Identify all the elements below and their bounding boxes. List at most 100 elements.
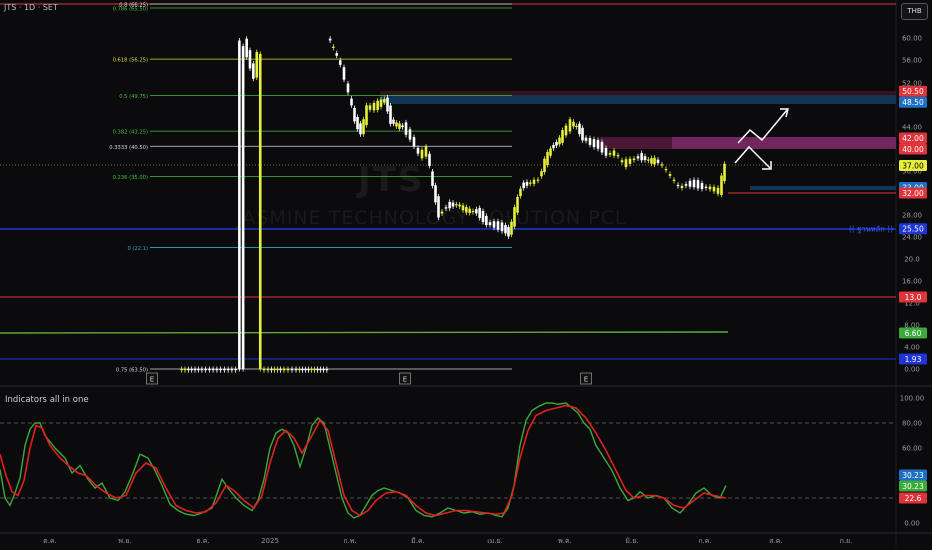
candle-body	[600, 142, 604, 153]
candle-body	[389, 105, 392, 124]
osc-series-k	[0, 402, 727, 519]
candle-body	[316, 369, 319, 371]
candle-body	[412, 137, 416, 147]
candle-body	[294, 369, 298, 371]
resistance-zone-top	[380, 91, 896, 95]
candle-body	[578, 123, 581, 135]
candle-body	[279, 369, 282, 371]
candle-body	[640, 153, 643, 161]
fib-label: 0.5 (49.75)	[119, 94, 148, 100]
candle-body	[712, 186, 716, 192]
support-zone-33	[750, 186, 896, 190]
candle-body	[540, 171, 543, 177]
candle-body	[478, 207, 481, 219]
candle-body	[481, 211, 485, 223]
candle-body	[471, 210, 475, 213]
candle-body	[183, 369, 187, 371]
candle-body	[208, 369, 211, 371]
candle-body	[437, 196, 440, 218]
candle-body	[223, 369, 226, 371]
candle-body	[650, 158, 653, 164]
earnings-marker-label: E	[150, 376, 154, 384]
candle-body	[723, 163, 726, 182]
candle-body	[298, 369, 301, 371]
candle-body	[461, 205, 465, 211]
candle-body	[190, 369, 193, 371]
candle-body	[458, 204, 461, 207]
candle-body	[564, 125, 568, 136]
trend-line-green	[0, 331, 729, 334]
candle-body	[500, 222, 504, 232]
candle-body	[444, 207, 448, 209]
candle-body	[688, 180, 692, 187]
candle-body	[596, 139, 600, 149]
candle-body	[356, 117, 359, 130]
candle-body	[262, 369, 266, 371]
candle-body	[362, 119, 365, 135]
candle-body	[700, 183, 704, 190]
candle-body	[325, 369, 329, 371]
time-tick-label: มี.ค.	[411, 537, 425, 545]
candle-body	[513, 207, 516, 227]
candle-body	[440, 211, 444, 214]
time-tick-label: เม.ย.	[487, 537, 503, 545]
candle-body	[525, 181, 529, 186]
candle-body	[696, 180, 700, 189]
candle-body	[536, 179, 540, 181]
symbol-title[interactable]: JTS · 1D · SET	[4, 3, 58, 12]
candle-body	[532, 179, 536, 184]
candle-body	[342, 67, 346, 80]
candle-body	[424, 146, 428, 157]
candle-body	[592, 139, 596, 148]
candle-body	[496, 221, 500, 230]
fib-label: 0.236 (35.00)	[113, 175, 148, 181]
time-tick-label: ก.ค.	[698, 537, 711, 545]
candle-body	[543, 158, 546, 173]
price-tick-label: 16.00	[902, 278, 922, 286]
candle-body	[307, 369, 310, 371]
candle-body	[187, 369, 190, 371]
candle-body	[395, 122, 398, 127]
candle-body	[448, 201, 451, 209]
time-tick-label: 2025	[261, 537, 279, 545]
fib-label: 0.75 (63.50)	[116, 368, 148, 374]
candle-body	[616, 155, 620, 157]
price-badge-text: 42.00	[902, 134, 924, 143]
candle-body	[230, 369, 234, 371]
candle-body	[282, 369, 286, 371]
candle-body	[668, 174, 672, 176]
candle-body	[350, 98, 353, 106]
candle-body	[608, 153, 612, 155]
time-tick-label: ก.ย.	[840, 537, 853, 545]
price-tick-label: 60.00	[902, 35, 922, 43]
candle-body	[549, 148, 552, 156]
candle-body	[628, 158, 632, 164]
candle-body	[273, 369, 276, 371]
resistance-zone-inner	[672, 137, 896, 149]
candle-body	[492, 221, 496, 228]
candle-body	[581, 127, 584, 141]
candle-body	[672, 179, 676, 181]
candle-body	[365, 105, 368, 126]
currency-button[interactable]: THB	[901, 3, 928, 20]
candle-body	[516, 196, 519, 213]
candle-body	[416, 147, 420, 154]
support-zone-mid	[380, 95, 896, 104]
time-tick-label: พ.ค.	[558, 537, 572, 545]
indicator-title[interactable]: Indicators all in one	[5, 395, 89, 405]
osc-tick-label: 60.00	[902, 445, 922, 453]
candle-body	[529, 182, 532, 184]
osc-badge-text: 22.6	[905, 494, 922, 503]
candle-body	[664, 168, 668, 171]
candle-body	[624, 159, 628, 168]
osc-badge-text: 30.23	[902, 482, 924, 491]
candle-body	[386, 97, 389, 112]
candle-body	[434, 185, 437, 203]
price-chart-svg[interactable]: 0.8 (66.25)0.786 (65.50)0.75 (63.50)0.61…	[0, 0, 932, 550]
candle-body	[219, 369, 222, 371]
candle-body	[704, 186, 708, 188]
candle-body	[708, 186, 712, 190]
candle-body	[404, 122, 408, 135]
candle-body	[338, 60, 342, 65]
osc-badge-text: 30.23	[902, 471, 924, 480]
